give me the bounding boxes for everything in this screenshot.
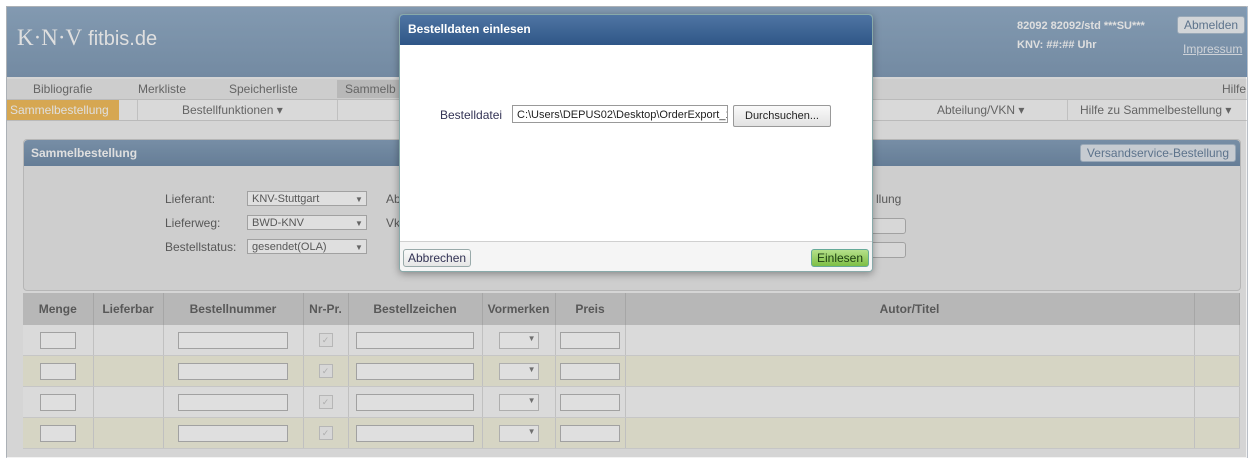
file-path-input[interactable]: C:\Users\DEPUS02\Desktop\OrderExport_16!: [512, 105, 728, 123]
browse-button[interactable]: Durchsuchen...: [733, 105, 831, 127]
cancel-button[interactable]: Abbrechen: [403, 249, 472, 267]
file-label: Bestelldatei: [440, 108, 503, 122]
einlesen-button[interactable]: Einlesen: [810, 249, 869, 267]
import-dialog: Bestelldaten einlesen Bestelldatei C:\Us…: [399, 14, 873, 272]
dialog-title: Bestelldaten einlesen: [400, 15, 872, 45]
dialog-footer: Abbrechen Einlesen: [400, 241, 872, 271]
